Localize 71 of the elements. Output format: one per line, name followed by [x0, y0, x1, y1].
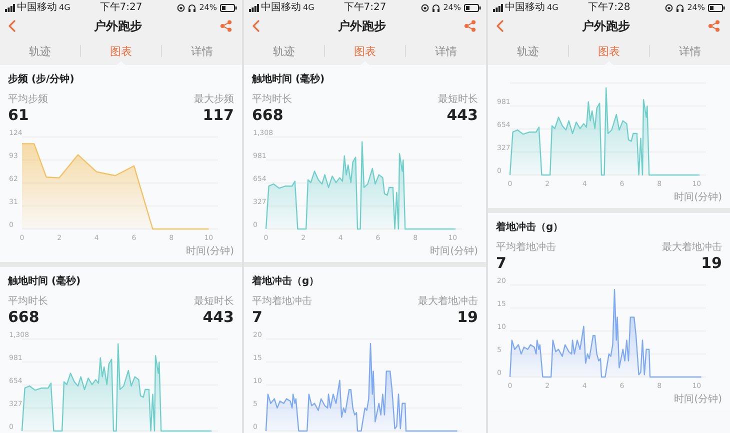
stat-value: 443 — [202, 308, 234, 327]
back-icon[interactable] — [252, 20, 260, 32]
axis-title: 时间(分钟) — [674, 393, 722, 406]
rotation-lock-icon — [421, 4, 430, 12]
tab[interactable]: 轨迹 — [488, 37, 568, 65]
stat-label: 平均步频 — [8, 93, 48, 106]
stat-label: 最大着地冲击 — [418, 295, 478, 308]
network-type: 4G — [303, 2, 314, 14]
back-icon[interactable] — [496, 20, 504, 32]
card-title: 着地冲击（g） — [496, 221, 564, 235]
headphones-icon — [676, 4, 684, 12]
carrier-name: 中国移动 — [17, 1, 57, 14]
screen-title: 户外跑步 — [94, 18, 142, 34]
stat-value: 61 — [8, 106, 29, 125]
tab[interactable]: 图表 — [325, 37, 405, 65]
signal-icon — [493, 4, 503, 12]
stat-value: 7 — [252, 308, 262, 327]
status-time: 下午7:27 — [100, 2, 142, 13]
stat-value: 19 — [457, 308, 478, 327]
battery-percent: 24% — [199, 2, 217, 14]
card-title: 步频 (步/分钟) — [8, 73, 76, 87]
stat-label: 最大步频 — [194, 93, 234, 106]
stat-label: 最短时长 — [438, 93, 478, 106]
tab[interactable]: 详情 — [162, 37, 242, 65]
stat-label: 最短时长 — [194, 295, 234, 308]
signal-icon — [249, 4, 259, 12]
battery-icon — [464, 4, 481, 12]
stat-value: 7 — [496, 254, 506, 273]
tab[interactable]: 详情 — [406, 37, 486, 65]
stat-label: 平均时长 — [252, 93, 292, 106]
tab[interactable]: 轨迹 — [0, 37, 80, 65]
card-title: 触地时间 (毫秒) — [8, 275, 82, 289]
stat-value: 19 — [701, 254, 722, 273]
battery-icon — [220, 4, 237, 12]
axis-title: 时间(分钟) — [674, 191, 722, 204]
card-title: 触地时间 (毫秒) — [252, 73, 326, 87]
tab[interactable]: 图表 — [81, 37, 161, 65]
stat-label: 最大着地冲击 — [662, 241, 722, 254]
stat-label: 平均着地冲击 — [496, 241, 556, 254]
stat-value: 668 — [252, 106, 284, 125]
battery-icon — [708, 4, 725, 12]
battery-percent: 24% — [687, 2, 705, 14]
share-icon[interactable] — [220, 20, 232, 32]
tab[interactable]: 详情 — [650, 37, 730, 65]
stat-value: 443 — [446, 106, 478, 125]
stat-value: 668 — [8, 308, 40, 327]
status-time: 下午7:28 — [588, 2, 630, 13]
screen-title: 户外跑步 — [582, 18, 630, 34]
carrier-name: 中国移动 — [261, 1, 301, 14]
headphones-icon — [432, 4, 440, 12]
axis-title: 时间(分钟) — [430, 245, 478, 258]
status-time: 下午7:27 — [344, 2, 386, 13]
network-type: 4G — [59, 2, 70, 14]
axis-title: 时间(分钟) — [186, 245, 234, 258]
stat-label: 平均着地冲击 — [252, 295, 312, 308]
battery-percent: 24% — [443, 2, 461, 14]
tab[interactable]: 轨迹 — [244, 37, 324, 65]
back-icon[interactable] — [8, 20, 16, 32]
share-icon[interactable] — [708, 20, 720, 32]
stat-label: 平均时长 — [8, 295, 48, 308]
rotation-lock-icon — [665, 4, 674, 12]
signal-icon — [5, 4, 15, 12]
carrier-name: 中国移动 — [505, 1, 545, 14]
card-title: 着地冲击（g） — [252, 275, 320, 289]
share-icon[interactable] — [464, 20, 476, 32]
stat-value: 117 — [202, 106, 234, 125]
network-type: 4G — [547, 2, 558, 14]
rotation-lock-icon — [177, 4, 186, 12]
tab[interactable]: 图表 — [569, 37, 649, 65]
screen-title: 户外跑步 — [338, 18, 386, 34]
headphones-icon — [188, 4, 196, 12]
